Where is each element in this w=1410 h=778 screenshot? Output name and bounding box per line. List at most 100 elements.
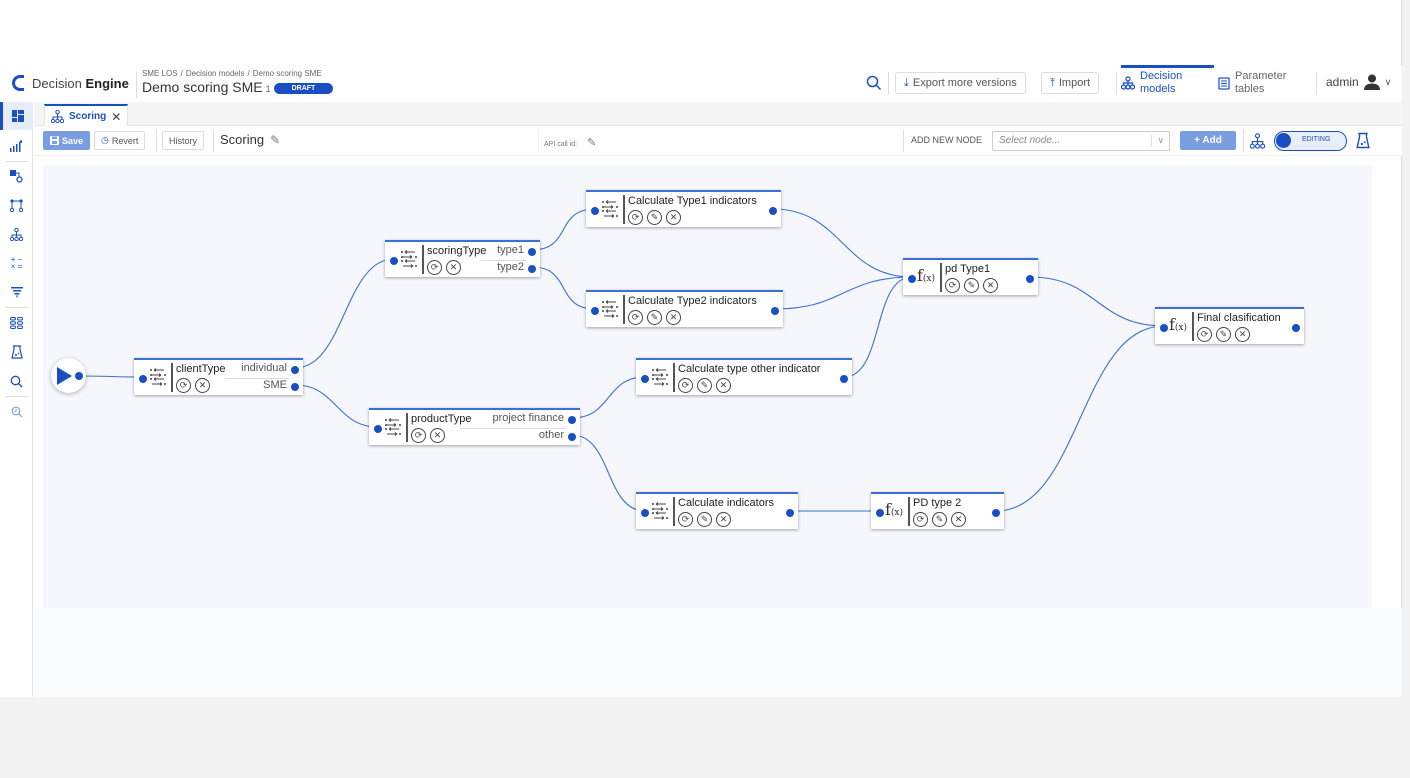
output-port[interactable] [992, 509, 1000, 517]
refresh-icon[interactable]: ⟳ [628, 210, 643, 225]
pencil-icon[interactable]: ✎ [270, 133, 280, 147]
output-port[interactable] [840, 375, 848, 383]
sidebar-item-grid[interactable] [0, 309, 33, 337]
flow-canvas[interactable]: clientType ⟳ ✕ individual SME scoringType ⟳ ✕ ty… [43, 165, 1372, 608]
sidebar-item-search-history[interactable] [0, 398, 33, 426]
search-icon[interactable] [866, 75, 882, 91]
refresh-icon[interactable]: ⟳ [1197, 327, 1212, 342]
output-port[interactable] [291, 366, 299, 374]
input-port[interactable] [591, 207, 599, 215]
output-port[interactable] [771, 307, 779, 315]
refresh-icon[interactable]: ⟳ [913, 512, 928, 527]
output-port[interactable] [528, 248, 536, 256]
revert-button[interactable]: ◷ Revert [94, 131, 146, 150]
flow-node-pdType2[interactable]: f(x) PD type 2 ⟳ ✎ ✕ [871, 492, 1004, 529]
edit-icon[interactable]: ✎ [932, 512, 947, 527]
flow-edge[interactable] [1029, 276, 1165, 327]
input-port[interactable] [641, 375, 649, 383]
start-node[interactable] [51, 358, 86, 393]
input-port[interactable] [1160, 324, 1168, 332]
save-button[interactable]: Save [43, 131, 91, 150]
flow-edge[interactable] [571, 376, 646, 419]
output-port[interactable] [568, 416, 576, 424]
output-port[interactable] [291, 383, 299, 391]
delete-icon[interactable]: ✕ [951, 512, 966, 527]
history-button[interactable]: History [162, 131, 205, 150]
input-port[interactable] [374, 425, 382, 433]
sidebar-item-flow[interactable] [0, 191, 33, 219]
output-port[interactable] [769, 207, 777, 215]
output-port[interactable] [1292, 324, 1300, 332]
delete-icon[interactable]: ✕ [716, 512, 731, 527]
flow-node-productType[interactable]: productType ⟳ ✕ project finance other [369, 408, 580, 445]
output-port[interactable] [75, 372, 83, 380]
output-port[interactable] [568, 433, 576, 441]
flow-node-calcType2[interactable]: Calculate Type2 indicators ⟳ ✎ ✕ [586, 290, 783, 327]
close-icon[interactable]: ✕ [111, 110, 121, 124]
flow-node-final[interactable]: f(x) Final clasification ⟳ ✎ ✕ [1155, 307, 1304, 344]
refresh-icon[interactable]: ⟳ [945, 278, 960, 293]
add-node-button[interactable]: + Add [1180, 131, 1236, 150]
input-port[interactable] [908, 275, 916, 283]
input-port[interactable] [591, 307, 599, 315]
edit-icon[interactable]: ✎ [697, 378, 712, 393]
refresh-icon[interactable]: ⟳ [176, 378, 191, 393]
user-menu[interactable]: admin ∨ [1326, 74, 1391, 90]
flow-edge[interactable] [571, 434, 646, 512]
output-port[interactable] [528, 265, 536, 273]
export-button[interactable]: ⤓ Export more versions [895, 72, 1026, 94]
flask-icon[interactable] [1356, 132, 1370, 149]
flow-node-calcType1[interactable]: Calculate Type1 indicators ⟳ ✎ ✕ [586, 190, 781, 227]
sidebar-item-tree[interactable] [0, 220, 33, 248]
pencil-icon[interactable]: ✎ [587, 137, 596, 149]
sidebar-item-search[interactable] [0, 367, 33, 395]
sidebar-item-calculator[interactable]: + − × = [0, 249, 33, 277]
breadcrumb-item[interactable]: Decision models [186, 69, 245, 78]
flow-edge[interactable] [294, 384, 379, 428]
flow-node-calcInd[interactable]: Calculate indicators ⟳ ✎ ✕ [636, 492, 798, 529]
breadcrumb-item[interactable]: SME LOS [142, 69, 178, 78]
flow-node-pdType1[interactable]: f(x) pd Type1 ⟳ ✎ ✕ [903, 258, 1038, 295]
input-port[interactable] [390, 257, 398, 265]
refresh-icon[interactable]: ⟳ [628, 310, 643, 325]
import-button[interactable]: ⤒ Import [1041, 72, 1100, 94]
edit-icon[interactable]: ✎ [697, 512, 712, 527]
refresh-icon[interactable]: ⟳ [678, 378, 693, 393]
refresh-icon[interactable]: ⟳ [678, 512, 693, 527]
delete-icon[interactable]: ✕ [1235, 327, 1250, 342]
sidebar-item-nodes[interactable] [0, 162, 33, 190]
flow-edge[interactable] [843, 276, 913, 378]
flow-edge[interactable] [774, 276, 913, 310]
flow-node-calcOther[interactable]: Calculate type other indicator ⟳ ✎ ✕ [636, 358, 852, 395]
edit-icon[interactable]: ✎ [1216, 327, 1231, 342]
input-port[interactable] [139, 375, 147, 383]
delete-icon[interactable]: ✕ [430, 428, 445, 443]
refresh-icon[interactable]: ⟳ [411, 428, 426, 443]
input-port[interactable] [641, 509, 649, 517]
output-port[interactable] [786, 509, 794, 517]
tab-scoring[interactable]: Scoring ✕ [44, 104, 129, 127]
sidebar-item-dashboard[interactable] [0, 102, 33, 130]
edit-icon[interactable]: ✎ [647, 310, 662, 325]
node-type-select[interactable]: Select node... ∨ [992, 131, 1170, 151]
flow-node-scoringType[interactable]: scoringType ⟳ ✕ type1 type2 [385, 240, 540, 277]
flow-edge[interactable] [772, 208, 913, 278]
delete-icon[interactable]: ✕ [195, 378, 210, 393]
flow-node-clientType[interactable]: clientType ⟳ ✕ individual SME [134, 358, 303, 395]
output-port[interactable] [1026, 275, 1034, 283]
sidebar-item-filter[interactable] [0, 278, 33, 306]
delete-icon[interactable]: ✕ [666, 210, 681, 225]
tree-layout-icon[interactable] [1250, 133, 1265, 149]
edit-icon[interactable]: ✎ [647, 210, 662, 225]
delete-icon[interactable]: ✕ [666, 310, 681, 325]
delete-icon[interactable]: ✕ [983, 278, 998, 293]
sidebar-item-test[interactable] [0, 338, 33, 366]
sidebar-item-analytics[interactable] [0, 132, 33, 160]
delete-icon[interactable]: ✕ [716, 378, 731, 393]
flow-edge[interactable] [294, 258, 395, 369]
edit-icon[interactable]: ✎ [964, 278, 979, 293]
editing-toggle[interactable]: EDITING [1274, 131, 1347, 151]
input-port[interactable] [876, 509, 884, 517]
nav-parameter-tables[interactable]: Parameter tables [1218, 66, 1308, 100]
delete-icon[interactable]: ✕ [446, 260, 461, 275]
